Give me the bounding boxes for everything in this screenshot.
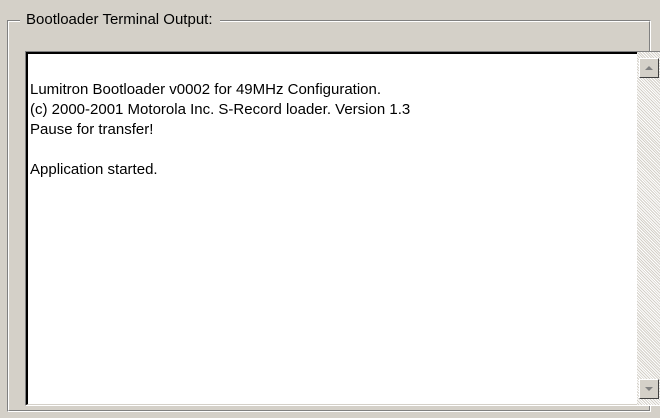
group-title: Bootloader Terminal Output: — [20, 10, 220, 30]
terminal-line: Lumitron Bootloader v0002 for 49MHz Conf… — [30, 81, 382, 98]
scroll-down-button[interactable] — [639, 379, 659, 399]
terminal-line: (c) 2000-2001 Motorola Inc. S-Record loa… — [30, 101, 411, 118]
terminal-text-area[interactable]: Lumitron Bootloader v0002 for 49MHz Conf… — [30, 80, 625, 180]
chevron-down-icon — [645, 387, 653, 391]
terminal-line: Application started. — [30, 161, 158, 178]
terminal-line: Pause for transfer! — [30, 121, 154, 138]
terminal-output-box[interactable]: Lumitron Bootloader v0002 for 49MHz Conf… — [25, 51, 660, 406]
chevron-up-icon — [645, 66, 653, 70]
vertical-scrollbar[interactable] — [637, 52, 660, 405]
scroll-up-button[interactable] — [639, 58, 659, 78]
